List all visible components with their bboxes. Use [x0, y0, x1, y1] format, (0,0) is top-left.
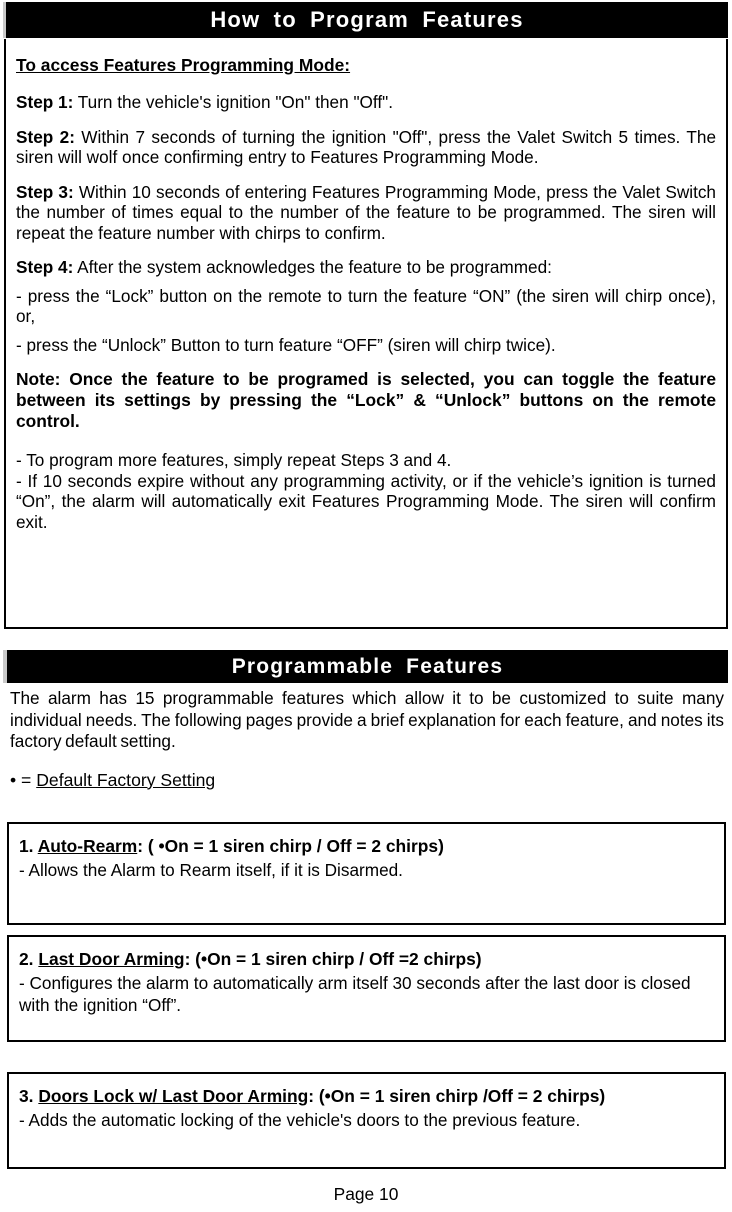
instructions-panel: To access Features Programming Mode: Ste… — [4, 39, 728, 629]
feature-box-doors-lock-last-door-arming: 3. Doors Lock w/ Last Door Arming: (•On … — [7, 1072, 726, 1169]
page-number-footer: Page 10 — [333, 1184, 399, 1204]
bullet-legend-text: Default Factory Setting — [36, 769, 216, 790]
how-to-program-features-title-bar: How to Program Features — [3, 2, 728, 38]
feature-3-number: 3. — [19, 1086, 39, 1106]
step-2-text: Within 7 seconds of turning the ignition… — [16, 126, 716, 168]
unlock-bullet: - press the “Unlock” Button to turn feat… — [16, 334, 556, 355]
feature-3-settings: : (•On = 1 siren chirp /Off = 2 chirps) — [308, 1086, 606, 1106]
bullet-legend-prefix: • = — [10, 769, 37, 790]
feature-box-last-door-arming: 2. Last Door Arming: (•On = 1 siren chir… — [7, 935, 726, 1042]
feature-box-auto-rearm: 1. Auto-Rearm: ( •On = 1 siren chirp / O… — [7, 822, 726, 925]
step-3-text: Within 10 seconds of entering Features P… — [16, 181, 716, 243]
step-4-paragraph: Step 4: After the system acknowledges th… — [16, 257, 716, 278]
programmable-features-intro: The alarm has 15 programmable features w… — [10, 688, 724, 791]
intro-paragraph: The alarm has 15 programmable features w… — [10, 688, 724, 751]
step-4-label: Step 4: — [16, 257, 74, 277]
feature-1-number: 1. — [19, 836, 38, 856]
feature-2-name: Last Door Arming — [38, 949, 185, 969]
step-2-label: Step 2: — [16, 126, 75, 147]
step-1-text: Turn the vehicle's ignition "On" then "O… — [73, 92, 394, 112]
timeout-exit-bullet: - If 10 seconds expire without any progr… — [16, 470, 716, 532]
access-mode-heading: To access Features Programming Mode: — [16, 55, 351, 75]
feature-1-title: 1. Auto-Rearm: ( •On = 1 siren chirp / O… — [19, 836, 714, 857]
feature-2-number: 2. — [19, 949, 39, 969]
feature-3-description: - Adds the automatic locking of the vehi… — [19, 1110, 581, 1130]
feature-2-title: 2. Last Door Arming: (•On = 1 siren chir… — [19, 949, 714, 970]
default-setting-legend: • = Default Factory Setting — [10, 770, 724, 791]
step-3-label: Step 3: — [16, 181, 74, 202]
feature-3-title: 3. Doors Lock w/ Last Door Arming: (•On … — [19, 1086, 714, 1107]
step-4-text: After the system acknowledges the featur… — [73, 257, 552, 277]
step-1-label: Step 1: — [16, 92, 74, 112]
lock-bullet: - press the “Lock” button on the remote … — [16, 285, 716, 327]
feature-1-name: Auto-Rearm — [37, 836, 138, 856]
toggle-note: Note: Once the feature to be programed i… — [16, 369, 716, 431]
feature-3-name: Doors Lock w/ Last Door Arming — [38, 1086, 309, 1106]
feature-2-settings: : (•On = 1 siren chirp / Off =2 chirps) — [184, 949, 482, 969]
step-2-paragraph: Step 2: Within 7 seconds of turning the … — [16, 127, 716, 168]
step-1-paragraph: Step 1: Turn the vehicle's ignition "On"… — [16, 92, 716, 113]
feature-1-settings: : ( •On = 1 siren chirp / Off = 2 chirps… — [137, 836, 444, 856]
feature-1-description: - Allows the Alarm to Rearm itself, if i… — [19, 860, 403, 880]
step-3-paragraph: Step 3: Within 10 seconds of entering Fe… — [16, 182, 716, 244]
repeat-steps-bullet: - To program more features, simply repea… — [16, 450, 452, 470]
feature-2-description: - Configures the alarm to automatically … — [19, 973, 691, 1015]
programmable-features-title-bar: Programmable Features — [3, 650, 728, 683]
